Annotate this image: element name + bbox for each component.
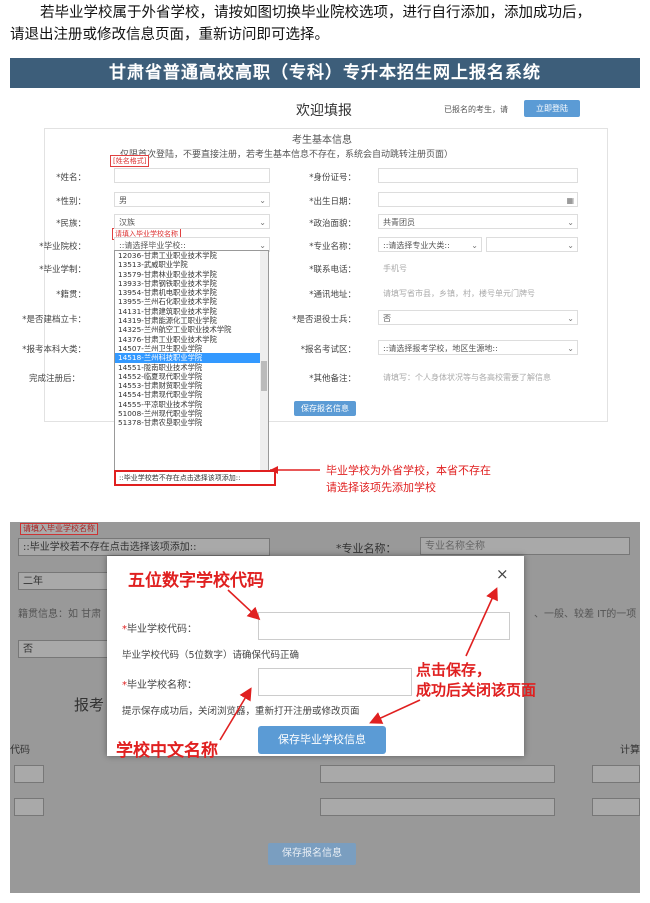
arrow-icon bbox=[369, 699, 421, 724]
arrow-icon bbox=[219, 687, 252, 741]
arrow-icon bbox=[465, 587, 498, 657]
annotation-arrows bbox=[219, 587, 498, 741]
arrow-icon bbox=[227, 589, 261, 621]
